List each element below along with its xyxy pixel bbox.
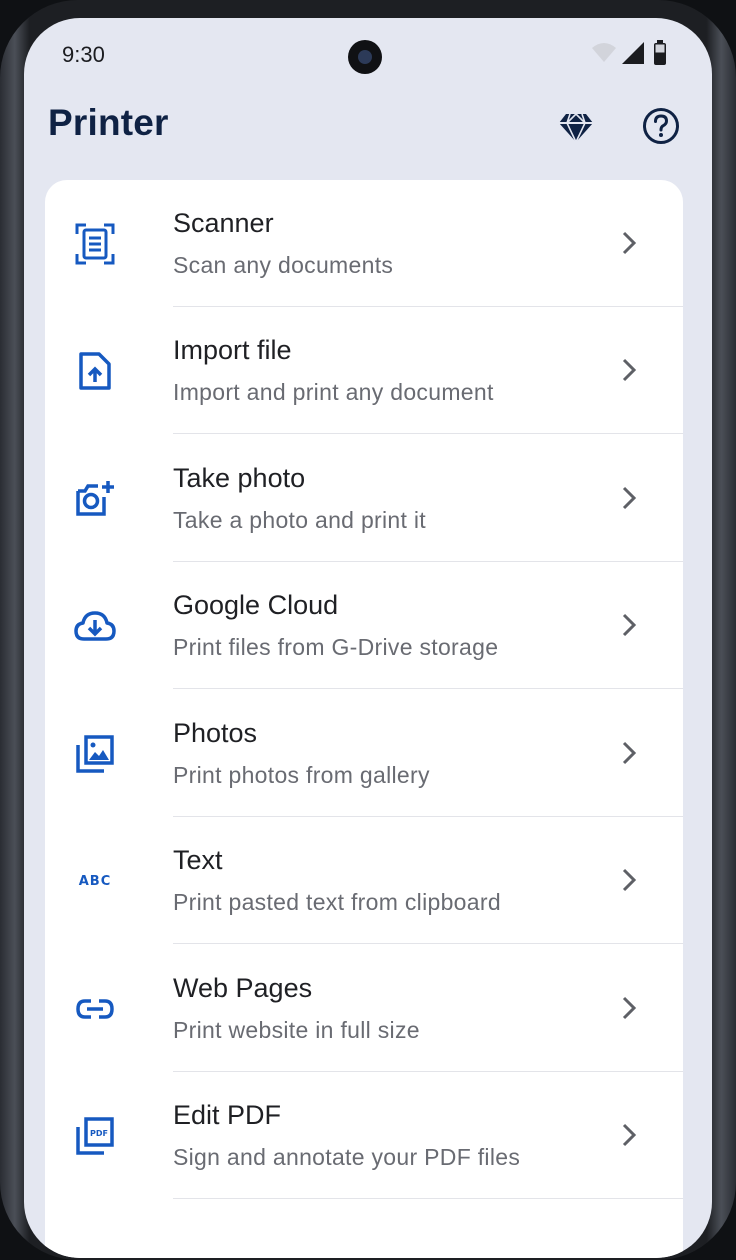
chevron-right-icon	[622, 486, 637, 510]
help-circle-icon	[643, 108, 679, 144]
divider	[173, 688, 683, 689]
divider	[173, 433, 683, 434]
file-upload-icon	[73, 349, 117, 393]
item-title: Take photo	[173, 463, 306, 493]
list-item-text[interactable]: ABC Text Print pasted text from clipboar…	[45, 817, 683, 944]
divider	[173, 1198, 683, 1199]
chevron-right-icon	[622, 868, 637, 892]
front-camera	[348, 40, 382, 74]
item-title: Import file	[173, 335, 292, 365]
item-subtitle: Print website in full size	[173, 1017, 420, 1043]
battery-icon	[654, 40, 666, 65]
pdf-icon-label: PDF	[90, 1129, 108, 1138]
list-item-take-photo[interactable]: Take photo Take a photo and print it	[45, 435, 683, 562]
item-subtitle: Sign and annotate your PDF files	[173, 1144, 521, 1170]
item-title: Google Cloud	[173, 590, 339, 620]
abc-icon: ABC	[73, 859, 117, 903]
link-icon	[73, 987, 117, 1031]
list-item-web-pages[interactable]: Web Pages Print website in full size	[45, 945, 683, 1072]
item-subtitle: Print photos from gallery	[173, 762, 430, 788]
camera-add-icon	[73, 477, 117, 521]
status-icons	[592, 40, 666, 65]
item-subtitle: Take a photo and print it	[173, 507, 426, 533]
list-item-scanner[interactable]: Scanner Scan any documents	[45, 180, 683, 307]
list-item-photos[interactable]: Photos Print photos from gallery	[45, 690, 683, 817]
divider	[173, 943, 683, 944]
item-title: Scanner	[173, 208, 274, 238]
item-title: Photos	[173, 718, 258, 748]
list-item-google-cloud[interactable]: Google Cloud Print files from G-Drive st…	[45, 562, 683, 689]
item-title: Text	[173, 845, 223, 875]
item-subtitle: Print pasted text from clipboard	[173, 889, 501, 915]
chevron-right-icon	[622, 741, 637, 765]
status-bar: 9:30	[24, 18, 712, 90]
scanner-icon	[73, 222, 117, 266]
help-button[interactable]	[641, 106, 681, 146]
item-subtitle: Import and print any document	[173, 379, 494, 405]
signal-icon	[622, 42, 644, 64]
item-title: Edit PDF	[173, 1100, 282, 1130]
page-title: Printer	[48, 102, 169, 143]
chevron-right-icon	[622, 996, 637, 1020]
abc-icon-label: ABC	[78, 873, 112, 889]
pdf-icon: PDF	[73, 1114, 117, 1158]
cloud-download-icon	[73, 604, 117, 648]
chevron-right-icon	[622, 231, 637, 255]
screen: 9:30 Printer Scanner Scan any documents …	[24, 18, 712, 1258]
diamond-icon	[559, 112, 593, 144]
item-subtitle: Print files from G-Drive storage	[173, 634, 499, 660]
app-bar: Printer	[24, 98, 712, 168]
premium-button[interactable]	[556, 106, 596, 146]
chevron-right-icon	[622, 613, 637, 637]
item-subtitle: Scan any documents	[173, 252, 394, 278]
wifi-icon	[592, 43, 616, 62]
photo-library-icon	[73, 732, 117, 776]
list-item-import-file[interactable]: Import file Import and print any documen…	[45, 307, 683, 434]
item-title: Web Pages	[173, 973, 313, 1003]
chevron-right-icon	[622, 1123, 637, 1147]
status-time: 9:30	[62, 42, 105, 67]
feature-list-card: Scanner Scan any documents Import file I…	[45, 180, 683, 1258]
chevron-right-icon	[622, 358, 637, 382]
list-item-edit-pdf[interactable]: PDF Edit PDF Sign and annotate your PDF …	[45, 1072, 683, 1199]
